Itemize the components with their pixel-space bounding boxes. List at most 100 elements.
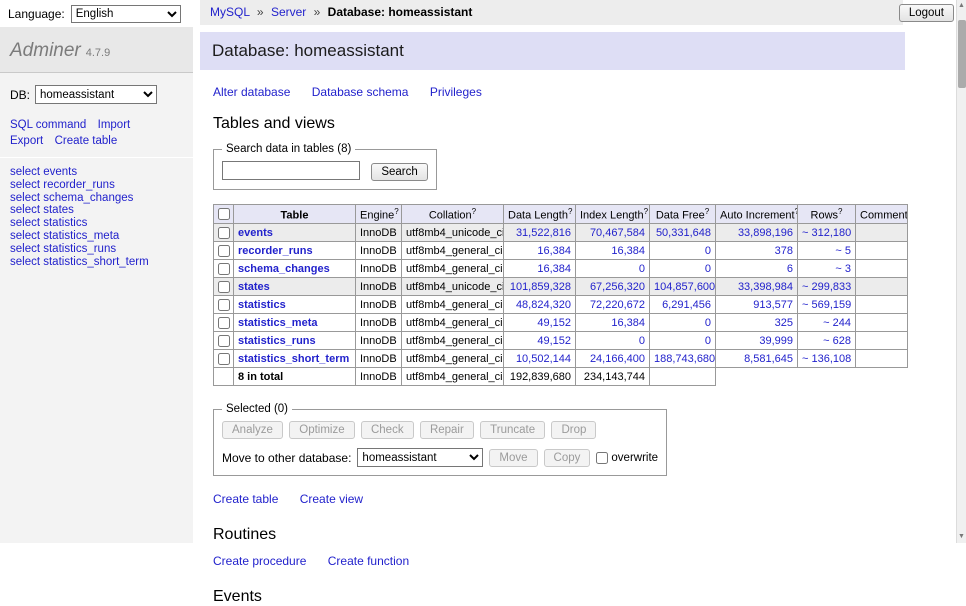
db-action-link[interactable]: Privileges — [430, 85, 482, 99]
row-checkbox[interactable] — [218, 245, 230, 257]
table-name-link[interactable]: schema_changes — [238, 263, 330, 275]
table-name-link[interactable]: recorder_runs — [238, 245, 313, 257]
auto-increment-link[interactable]: 913,577 — [753, 299, 793, 311]
row-checkbox[interactable] — [218, 299, 230, 311]
rows-count-link[interactable]: ~ 628 — [823, 335, 851, 347]
data-length-link[interactable]: 48,824,320 — [516, 299, 571, 311]
copy-button[interactable]: Copy — [544, 449, 591, 467]
rows-count-link[interactable]: ~ 5 — [835, 245, 851, 257]
overwrite-checkbox[interactable] — [596, 452, 608, 464]
table-name-link[interactable]: events — [238, 227, 273, 239]
selected-action-button[interactable]: Truncate — [480, 421, 545, 439]
table-name-link[interactable]: statistics_meta — [238, 317, 318, 329]
sidebar-select-link[interactable]: select recorder_runs — [10, 179, 183, 192]
help-icon[interactable]: ? — [705, 207, 709, 216]
auto-increment-link[interactable]: 39,999 — [759, 335, 793, 347]
selected-action-button[interactable]: Repair — [420, 421, 474, 439]
data-length-link[interactable]: 16,384 — [537, 263, 571, 275]
select-all-checkbox[interactable] — [218, 208, 230, 220]
selected-action-button[interactable]: Drop — [551, 421, 596, 439]
row-checkbox[interactable] — [218, 353, 230, 365]
create-link[interactable]: Create table — [213, 492, 278, 506]
table-name-link[interactable]: statistics_runs — [238, 335, 316, 347]
data-length-link[interactable]: 101,859,328 — [510, 281, 571, 293]
page-scrollbar[interactable]: ▲ ▼ — [956, 0, 966, 543]
data-free-link[interactable]: 0 — [705, 245, 711, 257]
data-free-link[interactable]: 6,291,456 — [662, 299, 711, 311]
move-db-select[interactable]: homeassistant — [357, 448, 483, 467]
row-checkbox[interactable] — [218, 227, 230, 239]
sidebar-action-link[interactable]: Import — [98, 119, 131, 131]
auto-increment-link[interactable]: 6 — [787, 263, 793, 275]
help-icon[interactable]: ? — [394, 207, 398, 216]
language-select[interactable]: English — [71, 5, 181, 23]
sidebar-action-link[interactable]: SQL command — [10, 119, 86, 131]
row-checkbox[interactable] — [218, 317, 230, 329]
search-input[interactable] — [222, 161, 360, 180]
data-length-link[interactable]: 49,152 — [537, 317, 571, 329]
data-length-link[interactable]: 49,152 — [537, 335, 571, 347]
selected-action-button[interactable]: Optimize — [289, 421, 354, 439]
rows-count-link[interactable]: ~ 136,108 — [802, 353, 851, 365]
help-icon[interactable]: ? — [472, 207, 476, 216]
data-free-link[interactable]: 0 — [705, 335, 711, 347]
sidebar-select-link[interactable]: select states — [10, 204, 183, 217]
rows-count-link[interactable]: ~ 569,159 — [802, 299, 851, 311]
search-button[interactable]: Search — [371, 163, 427, 181]
db-action-link[interactable]: Alter database — [213, 85, 290, 99]
sidebar-select-link[interactable]: select schema_changes — [10, 192, 183, 205]
auto-increment-link[interactable]: 33,398,984 — [738, 281, 793, 293]
scrollbar-up-icon[interactable]: ▲ — [957, 0, 966, 12]
row-checkbox[interactable] — [218, 335, 230, 347]
logout-button[interactable]: Logout — [899, 4, 954, 22]
row-checkbox[interactable] — [218, 281, 230, 293]
help-icon[interactable]: ? — [838, 207, 842, 216]
sidebar-select-link[interactable]: select statistics_meta — [10, 230, 183, 243]
rows-count-link[interactable]: ~ 3 — [835, 263, 851, 275]
auto-increment-link[interactable]: 8,581,645 — [744, 353, 793, 365]
sidebar-select-link[interactable]: select events — [10, 166, 183, 179]
data-free-link[interactable]: 50,331,648 — [656, 227, 711, 239]
auto-increment-link[interactable]: 33,898,196 — [738, 227, 793, 239]
data-length-link[interactable]: 10,502,144 — [516, 353, 571, 365]
index-length-link[interactable]: 16,384 — [611, 317, 645, 329]
db-action-link[interactable]: Database schema — [312, 85, 409, 99]
scrollbar-down-icon[interactable]: ▼ — [957, 531, 966, 543]
adminer-logo-link[interactable]: Adminer — [10, 40, 81, 61]
index-length-link[interactable]: 24,166,400 — [590, 353, 645, 365]
sidebar-select-link[interactable]: select statistics — [10, 217, 183, 230]
sidebar-action-link[interactable]: Export — [10, 135, 43, 147]
index-length-link[interactable]: 67,256,320 — [590, 281, 645, 293]
index-length-link[interactable]: 0 — [639, 335, 645, 347]
sidebar-action-link[interactable]: Create table — [55, 135, 118, 147]
selected-action-button[interactable]: Analyze — [222, 421, 283, 439]
breadcrumb-mysql-link[interactable]: MySQL — [210, 5, 250, 19]
index-length-link[interactable]: 70,467,584 — [590, 227, 645, 239]
auto-increment-link[interactable]: 378 — [775, 245, 793, 257]
data-length-link[interactable]: 31,522,816 — [516, 227, 571, 239]
sidebar-select-link[interactable]: select statistics_short_term — [10, 256, 183, 269]
data-free-link[interactable]: 188,743,680 — [654, 353, 715, 365]
index-length-link[interactable]: 72,220,672 — [590, 299, 645, 311]
help-icon[interactable]: ? — [568, 207, 572, 216]
rows-count-link[interactable]: ~ 299,833 — [802, 281, 851, 293]
move-button[interactable]: Move — [489, 449, 537, 467]
data-free-link[interactable]: 0 — [705, 317, 711, 329]
scrollbar-thumb[interactable] — [958, 20, 966, 88]
data-length-link[interactable]: 16,384 — [537, 245, 571, 257]
create-link[interactable]: Create view — [300, 492, 363, 506]
selected-action-button[interactable]: Check — [361, 421, 414, 439]
routine-link[interactable]: Create function — [328, 554, 409, 568]
data-free-link[interactable]: 0 — [705, 263, 711, 275]
routine-link[interactable]: Create procedure — [213, 554, 306, 568]
table-name-link[interactable]: states — [238, 281, 270, 293]
breadcrumb-server-link[interactable]: Server — [271, 5, 306, 19]
data-free-link[interactable]: 104,857,600 — [654, 281, 715, 293]
auto-increment-link[interactable]: 325 — [775, 317, 793, 329]
rows-count-link[interactable]: ~ 312,180 — [802, 227, 851, 239]
table-name-link[interactable]: statistics_short_term — [238, 353, 349, 365]
rows-count-link[interactable]: ~ 244 — [823, 317, 851, 329]
db-select[interactable]: homeassistant — [35, 85, 157, 104]
index-length-link[interactable]: 16,384 — [611, 245, 645, 257]
table-name-link[interactable]: statistics — [238, 299, 286, 311]
